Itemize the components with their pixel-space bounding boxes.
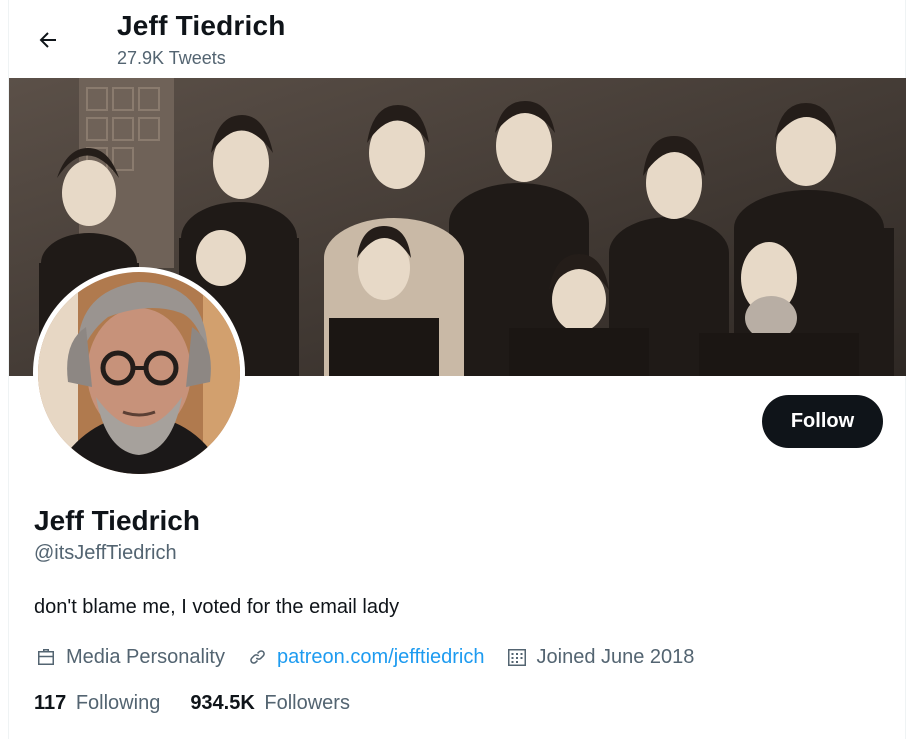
profile-header-bar: Jeff Tiedrich 27.9K Tweets xyxy=(0,0,914,78)
profession-label: Media Personality xyxy=(66,645,225,668)
arrow-left-icon xyxy=(39,32,56,48)
profession-item: Media Personality xyxy=(34,645,225,669)
followers-count: 934.5K xyxy=(190,692,255,714)
follow-stats: 117 Following 934.5K Followers xyxy=(34,692,380,715)
back-button[interactable] xyxy=(30,22,66,58)
followers-link[interactable]: 934.5K Followers xyxy=(190,692,350,715)
joined-label: Joined June 2018 xyxy=(536,645,695,668)
profile-name: Jeff Tiedrich xyxy=(34,505,200,536)
calendar-icon xyxy=(507,649,526,666)
following-label: Following xyxy=(75,692,161,714)
briefcase-icon xyxy=(38,649,54,665)
link-icon xyxy=(250,650,265,664)
profile-bio: don't blame me, I voted for the email la… xyxy=(34,596,400,618)
profile-handle: @itsJeffTiedrich xyxy=(34,542,177,564)
follow-button[interactable]: Follow xyxy=(762,395,883,448)
following-count: 117 xyxy=(34,692,67,714)
website-link[interactable]: patreon.com/jefftiedrich xyxy=(277,646,485,669)
header-title: Jeff Tiedrich xyxy=(117,10,286,41)
following-link[interactable]: 117 Following xyxy=(34,692,160,715)
profile-meta: Media Personality patreon.com/jefftiedri… xyxy=(34,643,714,671)
avatar-frame xyxy=(33,267,245,479)
joined-item: Joined June 2018 xyxy=(505,645,695,669)
tweet-count: 27.9K Tweets xyxy=(117,48,226,68)
followers-label: Followers xyxy=(264,692,350,714)
website-item[interactable]: patreon.com/jefftiedrich xyxy=(245,645,485,669)
avatar[interactable] xyxy=(38,272,240,474)
